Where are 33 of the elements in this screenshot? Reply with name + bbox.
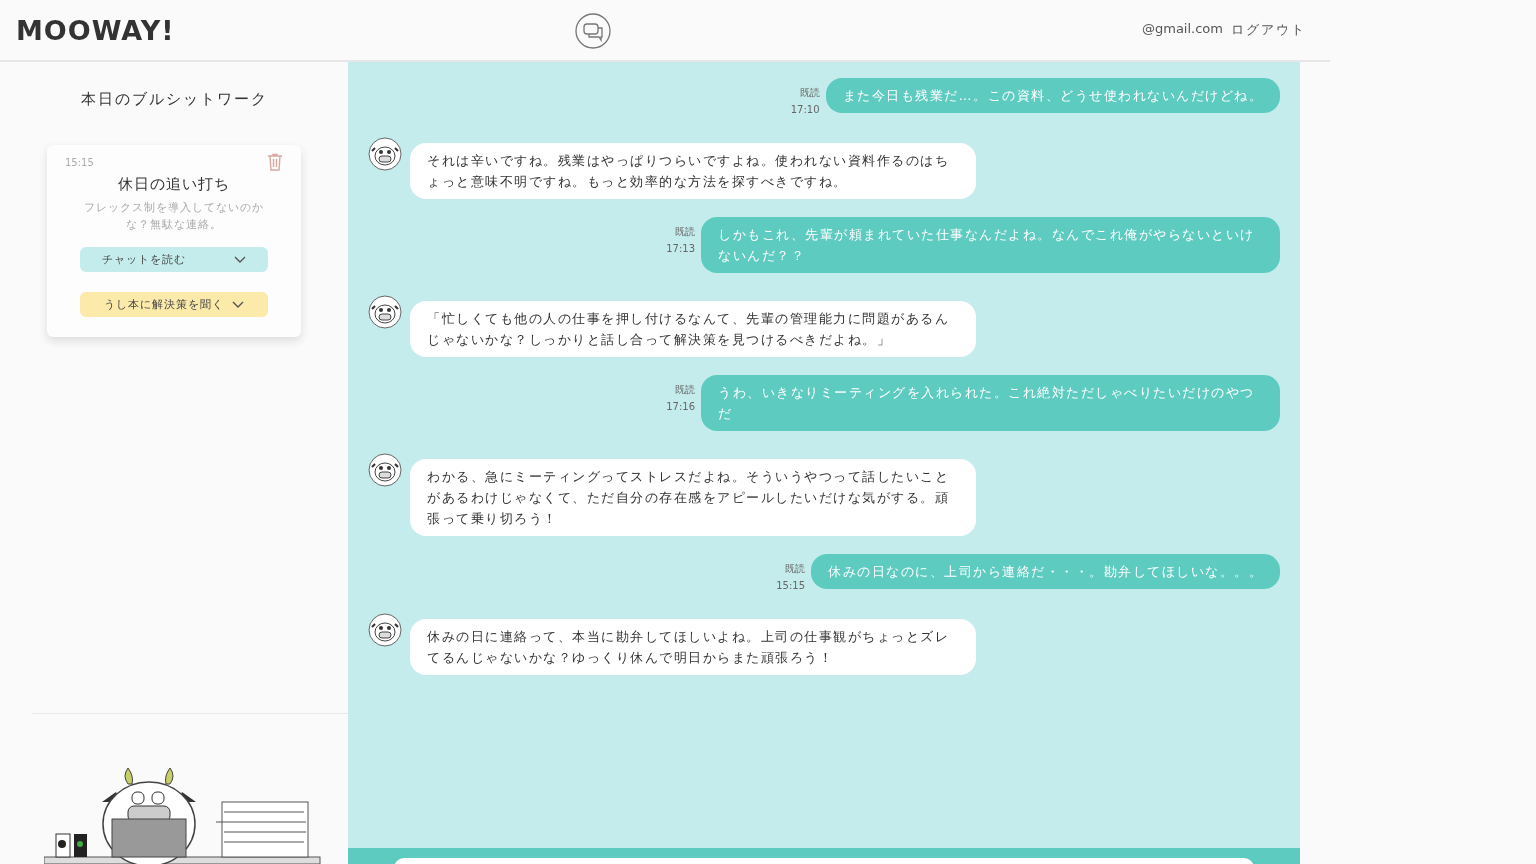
cow-avatar-icon: [368, 137, 402, 171]
message-time: 17:16: [666, 401, 695, 412]
cow-avatar-icon: [368, 453, 402, 487]
message-time: 17:10: [790, 104, 820, 115]
logout-link[interactable]: ログアウト: [1231, 21, 1306, 39]
read-receipt: 既読: [675, 225, 695, 239]
bot-message-bubble: 「忙しくても他の人の仕事を押し付けるなんて、先輩の管理能力に問題があるんじゃないかな？しっかりと話し合って解決策を見つけるべきだよね。」: [410, 301, 976, 357]
user-message-bubble: しかもこれ、先輩が頼まれていた仕事なんだよね。なんでこれ俺がやらないといけないんだ？？: [701, 217, 1280, 273]
cow-avatar-icon: [368, 613, 402, 647]
sidebar-title: 本日のブルシットワーク: [80, 90, 268, 109]
card-time: 15:15: [65, 156, 94, 168]
message-time: 15:15: [776, 580, 805, 591]
cow-avatar-icon: [368, 295, 402, 329]
user-message-bubble: 休みの日なのに、上司から連絡だ・・・。勘弁してほしいな。。。: [811, 554, 1280, 589]
user-email: @gmail.com: [1142, 21, 1223, 38]
bot-message-bubble: それは辛いですね。残業はやっぱりつらいですよね。使われない資料作るのはちょっと意味不明ですね。もっと効率的な方法を探すべきですね。: [410, 143, 976, 199]
user-message-bubble: うわ、いきなりミーティングを入れられた。これ絶対ただしゃべりたいだけのやつだ: [701, 375, 1280, 431]
chevron-down-icon: [234, 255, 246, 264]
chat-bubbles-icon[interactable]: [575, 13, 611, 49]
read-receipt: 既読: [675, 383, 695, 397]
read-chat-button[interactable]: チャットを読む: [80, 247, 268, 272]
card-title: 休日の追い打ち: [118, 175, 230, 194]
message-time: 17:13: [666, 243, 695, 254]
logo[interactable]: MOOWAY!: [16, 14, 175, 46]
bot-message-bubble: 休みの日に連絡って、本当に勘弁してほしいよね。上司の仕事観がちょっとズレてるんじゃないかな？ゆっくり休んで明日からまた頑張ろう！: [410, 619, 976, 675]
user-message-bubble: また今日も残業だ…。この資料、どうせ使われないんだけどね。: [825, 78, 1280, 113]
bot-message-bubble: わかる、急にミーティングってストレスだよね。そういうやつって話したいことがあるわけじゃなくて、ただ自分の存在感をアピールしたいだけな気がする。頑張って乗り切ろう！: [410, 459, 976, 536]
read-receipt: 既読: [785, 562, 805, 576]
trash-icon[interactable]: [267, 153, 283, 171]
read-receipt: 既読: [799, 86, 820, 100]
chevron-down-icon: [232, 300, 244, 309]
ask-solution-button[interactable]: うし本に解決策を聞く: [80, 292, 268, 317]
card-summary: フレックス制を導入してないのかな？無駄な連絡。: [84, 200, 264, 233]
